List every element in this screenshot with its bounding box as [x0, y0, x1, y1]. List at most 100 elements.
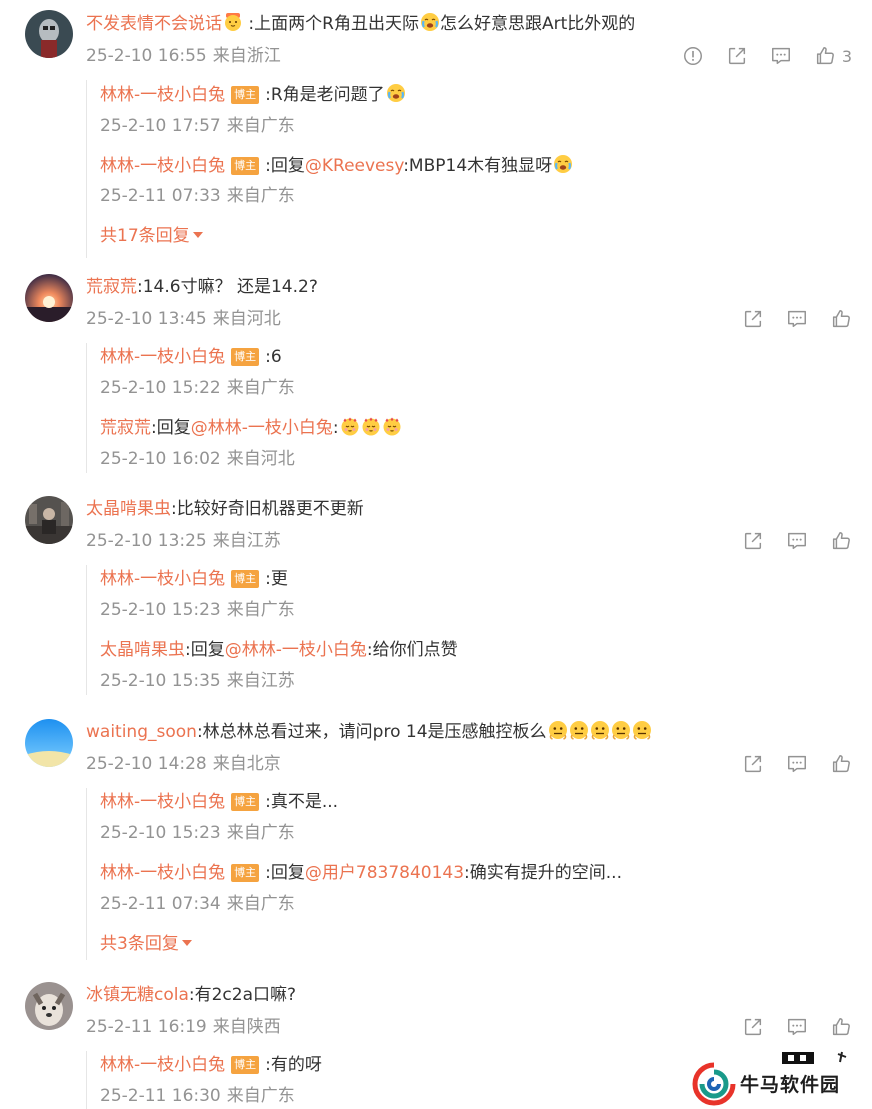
reply-text-line: 林林-一枝小白兔 博主:回复@KReevesy:MBP14木有独显呀 [100, 154, 573, 178]
avatar[interactable] [25, 10, 73, 58]
like-icon [814, 45, 836, 67]
username[interactable]: 太晶啃果虫 [100, 640, 185, 660]
timestamp: 25-2-10 15:22 [100, 378, 221, 398]
timestamp: 25-2-11 07:34 [100, 894, 221, 914]
awkward-emoji-icon [632, 720, 652, 740]
report-button[interactable] [682, 45, 704, 67]
reply-text: :确实有提升的空间... [464, 863, 622, 883]
timestamp: 25-2-10 13:45 [86, 309, 207, 329]
share-icon [742, 753, 764, 775]
comment-icon [786, 530, 808, 552]
share-button[interactable] [742, 753, 764, 775]
like-button[interactable] [830, 308, 852, 330]
username[interactable]: 林林-一枝小白兔 [100, 347, 225, 367]
like-button[interactable] [830, 530, 852, 552]
comment-button[interactable] [786, 753, 808, 775]
share-button[interactable] [742, 530, 764, 552]
username[interactable]: 荒寂荒 [86, 277, 137, 297]
report-icon [682, 45, 704, 67]
timestamp: 25-2-10 14:28 [86, 754, 207, 774]
reply-text: :更 [265, 569, 288, 589]
blogger-badge: 博主 [231, 570, 260, 588]
mention-link[interactable]: @KReevesy [305, 156, 403, 176]
comment-meta: 25-2-10 14:28 来自北京 [86, 752, 281, 776]
timestamp: 25-2-11 16:19 [86, 1017, 207, 1037]
blogger-badge: 博主 [231, 864, 260, 882]
more-replies-label: 共3条回复 [100, 934, 179, 954]
comment-text-line: 荒寂荒:14.6寸嘛？ 还是14.2? [86, 275, 318, 299]
location: 来自广东 [226, 1086, 295, 1106]
avatar[interactable] [25, 982, 73, 1030]
like-icon [830, 530, 852, 552]
like-button[interactable]: 3 [814, 45, 852, 67]
reply-text: : [332, 418, 339, 438]
comment-button[interactable] [770, 45, 792, 67]
watermark: 牛马软件园 [690, 1058, 872, 1109]
username[interactable]: 林林-一枝小白兔 [100, 85, 225, 105]
avatar[interactable] [25, 496, 73, 544]
avatar[interactable] [25, 719, 73, 767]
username[interactable]: 林林-一枝小白兔 [100, 792, 225, 812]
username[interactable]: 林林-一枝小白兔 [100, 1055, 225, 1075]
username[interactable]: 不发表情不会说话 [86, 14, 222, 34]
love-emoji-icon [340, 416, 360, 436]
username[interactable]: 林林-一枝小白兔 [100, 569, 225, 589]
reply-text-line: 林林-一枝小白兔 博主:回复@用户7837840143:确实有提升的空间... [100, 861, 622, 885]
comment-button[interactable] [786, 1016, 808, 1038]
comment-text-cont: 怎么好意思跟Art比外观的 [439, 14, 636, 34]
timestamp: 25-2-10 15:23 [100, 600, 221, 620]
watermark-logo-icon [692, 1062, 736, 1106]
location: 来自北京 [212, 754, 281, 774]
comment-icon [786, 753, 808, 775]
comment-button[interactable] [786, 308, 808, 330]
comment-text: :上面两个R角丑出天际 [248, 14, 419, 34]
reply-text-line: 林林-一枝小白兔 博主:R角是老问题了 [100, 83, 406, 107]
comment-meta: 25-2-10 13:25 来自江苏 [86, 529, 281, 553]
mention-link[interactable]: @林林-一枝小白兔 [191, 418, 333, 438]
comment-text-line: waiting_soon:林总林总看过来，请问pro 14是压感触控板么 [86, 720, 652, 744]
reply-meta: 25-2-10 16:02 来自河北 [100, 447, 295, 471]
username[interactable]: 荒寂荒 [100, 418, 151, 438]
reply-meta: 25-2-11 07:33 来自广东 [100, 184, 295, 208]
reply-text: :给你们点赞 [366, 640, 458, 660]
username[interactable]: waiting_soon [86, 722, 197, 742]
username[interactable]: 太晶啃果虫 [86, 499, 171, 519]
awkward-emoji-icon [611, 720, 631, 740]
reply-meta: 25-2-10 15:35 来自江苏 [100, 669, 295, 693]
awkward-emoji-icon [590, 720, 610, 740]
timestamp: 25-2-11 07:33 [100, 186, 221, 206]
cry-laugh-emoji-icon [420, 12, 440, 32]
reply-prefix: :回复 [185, 640, 225, 660]
hands-emoji-icon [223, 12, 243, 32]
username[interactable]: 林林-一枝小白兔 [100, 156, 225, 176]
reply-text: :有的呀 [265, 1055, 322, 1075]
reply-prefix: :回复 [265, 156, 305, 176]
username[interactable]: 冰镇无糖cola [86, 985, 189, 1005]
mention-link[interactable]: @林林-一枝小白兔 [225, 640, 367, 660]
more-replies-link[interactable]: 共17条回复 [100, 224, 203, 248]
more-replies-label: 共17条回复 [100, 226, 190, 246]
more-replies-link[interactable]: 共3条回复 [100, 932, 192, 956]
timestamp: 25-2-10 15:23 [100, 823, 221, 843]
username[interactable]: 林林-一枝小白兔 [100, 863, 225, 883]
like-button[interactable] [830, 1016, 852, 1038]
avatar[interactable] [25, 274, 73, 322]
comment-text: :14.6寸嘛？ 还是14.2? [137, 277, 318, 297]
reply-text: :MBP14木有独显呀 [403, 156, 553, 176]
share-button[interactable] [726, 45, 748, 67]
love-emoji-icon [382, 416, 402, 436]
mention-link[interactable]: @用户7837840143 [305, 863, 464, 883]
timestamp: 25-2-10 16:02 [100, 449, 221, 469]
comment-button[interactable] [786, 530, 808, 552]
like-button[interactable] [830, 753, 852, 775]
like-icon [830, 308, 852, 330]
reply-list: 林林-一枝小白兔 博主:R角是老问题了 25-2-10 17:57 来自广东 林林-… [86, 80, 872, 258]
awkward-emoji-icon [569, 720, 589, 740]
caret-down-icon [192, 232, 203, 238]
reply-meta: 25-2-10 15:23 来自广东 [100, 598, 295, 622]
location: 来自广东 [226, 894, 295, 914]
like-count: 3 [841, 46, 852, 66]
share-button[interactable] [742, 308, 764, 330]
share-button[interactable] [742, 1016, 764, 1038]
comment-icon [786, 1016, 808, 1038]
